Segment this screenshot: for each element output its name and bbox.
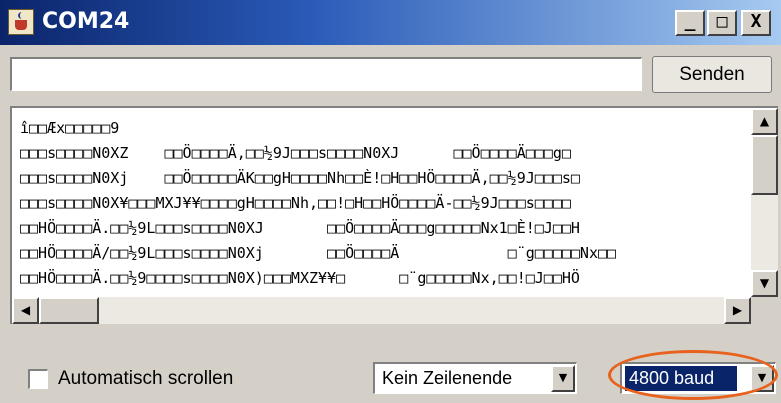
horizontal-scroll-thumb[interactable] xyxy=(39,297,99,324)
scroll-down-button[interactable]: ▼ xyxy=(751,270,778,297)
baud-rate-value: 4800 baud xyxy=(625,366,737,391)
scroll-right-button[interactable]: ▶ xyxy=(724,297,751,324)
minimize-button[interactable]: _ xyxy=(675,10,705,36)
title-bar[interactable]: COM24 _ □ X xyxy=(0,0,781,45)
arrow-down-icon: ▼ xyxy=(759,276,770,290)
baud-rate-select[interactable]: 4800 baud ▼ xyxy=(620,362,776,394)
java-icon[interactable] xyxy=(8,9,34,35)
output-line: □□HÖ□□□□Ä.□□½9L□□□s□□□□N0XJ □□Ö□□□□Ä□□□g… xyxy=(20,219,580,237)
scroll-up-button[interactable]: ▲ xyxy=(751,108,778,135)
java-steam-shape xyxy=(18,12,26,19)
serial-output-text: î□□Æx□□□□□9 □□□s□□□□N0XZ □□Ö□□□□Ä,□□½9J□… xyxy=(20,116,745,296)
line-ending-select[interactable]: Kein Zeilenende ▼ xyxy=(373,362,577,394)
vertical-scroll-thumb[interactable] xyxy=(751,135,778,195)
horizontal-scrollbar[interactable]: ◀ ▶ xyxy=(12,297,751,324)
autoscroll-label: Automatisch scrollen xyxy=(58,368,234,389)
arrow-right-icon: ▶ xyxy=(732,303,743,317)
vertical-scrollbar[interactable]: ▲ ▼ xyxy=(751,108,778,297)
serial-output-area[interactable]: î□□Æx□□□□□9 □□□s□□□□N0XZ □□Ö□□□□Ä,□□½9J□… xyxy=(10,106,778,324)
output-line: □□□s□□□□N0X¥□□□MXJ¥¥□□□□gH□□□□Nh,□□!□H□□… xyxy=(20,194,571,212)
java-cup-shape xyxy=(15,20,27,30)
output-line: □□□s□□□□N0Xj □□Ö□□□□□ÄK□□gH□□□□Nh□□È!□H□… xyxy=(20,169,580,187)
chevron-down-icon[interactable]: ▼ xyxy=(750,365,774,392)
maximize-button[interactable]: □ xyxy=(707,10,737,36)
window-title: COM24 xyxy=(42,9,130,34)
arrow-up-icon: ▲ xyxy=(759,114,770,128)
output-line: î□□Æx□□□□□9 xyxy=(20,119,120,137)
close-button[interactable]: X xyxy=(741,10,771,36)
scrollbar-corner xyxy=(751,297,778,324)
output-line: □□HÖ□□□□Ä.□□½9□□□□s□□□□N0X)□□□MXZ¥¥□ □¨g… xyxy=(20,269,580,287)
send-button[interactable]: Senden xyxy=(652,56,772,93)
line-ending-value: Kein Zeilenende xyxy=(382,368,513,388)
scroll-left-button[interactable]: ◀ xyxy=(12,297,39,324)
output-line: □□□s□□□□N0XZ □□Ö□□□□Ä,□□½9J□□□s□□□□N0XJ … xyxy=(20,144,571,162)
autoscroll-checkbox-box[interactable] xyxy=(28,369,48,389)
autoscroll-checkbox[interactable]: Automatisch scrollen xyxy=(28,368,233,390)
send-input[interactable] xyxy=(10,57,642,91)
output-line: □□HÖ□□□□Ä/□□½9L□□□s□□□□N0Xj □□Ö□□□□Ä □¨g… xyxy=(20,244,617,262)
chevron-down-icon[interactable]: ▼ xyxy=(551,365,575,392)
serial-monitor-window: COM24 _ □ X Senden î□□Æx□□□□□9 □□□s□□□□N… xyxy=(0,0,781,403)
arrow-left-icon: ◀ xyxy=(20,303,31,317)
